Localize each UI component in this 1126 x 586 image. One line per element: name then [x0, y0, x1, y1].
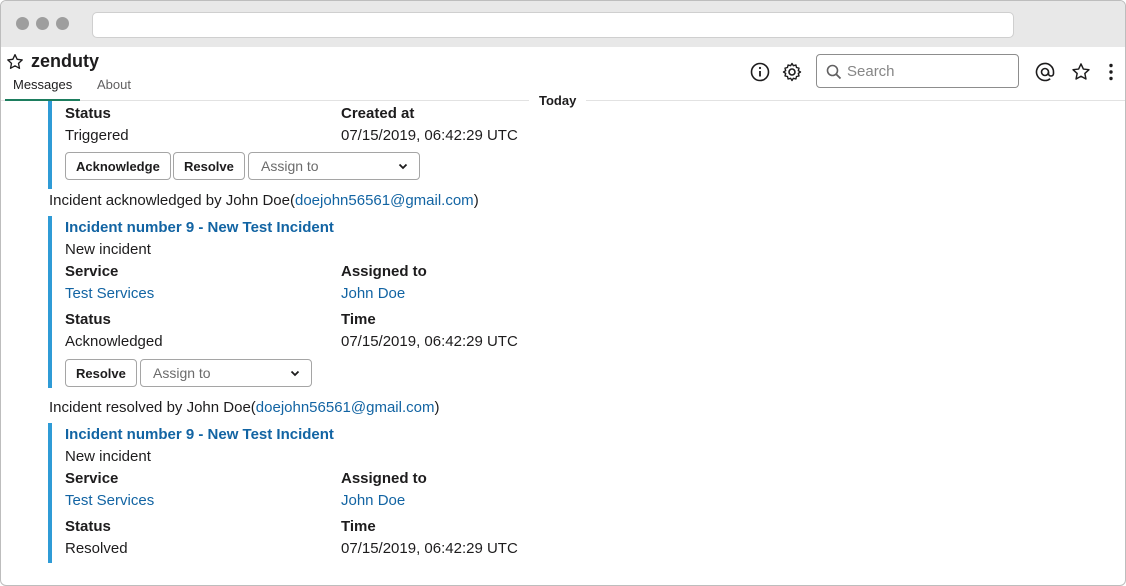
time-value: 07/15/2019, 06:42:29 UTC: [341, 540, 518, 557]
status-value: Resolved: [65, 540, 128, 557]
created-at-value: 07/15/2019, 06:42:29 UTC: [341, 127, 518, 144]
incident-subtitle: New incident: [65, 448, 151, 465]
assign-to-select[interactable]: Assign to: [248, 152, 420, 180]
star-outline-icon[interactable]: [5, 52, 25, 72]
address-bar[interactable]: [92, 12, 1014, 38]
window-minimize-dot[interactable]: [36, 17, 49, 30]
assign-to-placeholder: Assign to: [261, 158, 319, 174]
incident-card-triggered: Status Created at Triggered 07/15/2019, …: [48, 101, 518, 189]
incident-card-resolved: Incident number 9 - New Test Incident Ne…: [48, 423, 518, 563]
service-link[interactable]: Test Services: [65, 285, 154, 302]
resolve-button[interactable]: Resolve: [173, 152, 245, 180]
search-icon: [826, 64, 842, 80]
resolved-message: Incident resolved by John Doe(doejohn565…: [49, 399, 439, 416]
service-label: Service: [65, 263, 119, 280]
email-link[interactable]: doejohn56561@gmail.com: [295, 192, 474, 209]
assigned-to-label: Assigned to: [341, 263, 427, 280]
assign-to-placeholder: Assign to: [153, 365, 211, 381]
search-box[interactable]: [816, 54, 1019, 88]
date-divider: Today: [529, 93, 587, 108]
incident-title-link[interactable]: Incident number 9 - New Test Incident: [65, 219, 334, 236]
service-link[interactable]: Test Services: [65, 492, 154, 509]
status-value: Acknowledged: [65, 333, 163, 350]
status-label: Status: [65, 105, 111, 122]
email-link[interactable]: doejohn56561@gmail.com: [256, 399, 435, 416]
incident-subtitle: New incident: [65, 241, 151, 258]
gear-icon[interactable]: [781, 61, 803, 83]
acknowledged-message: Incident acknowledged by John Doe(doejoh…: [49, 192, 479, 209]
star-icon[interactable]: [1070, 61, 1092, 83]
incident-card-acknowledged: Incident number 9 - New Test Incident Ne…: [48, 216, 518, 388]
window-close-dot[interactable]: [16, 17, 29, 30]
incident-title-link[interactable]: Incident number 9 - New Test Incident: [65, 426, 334, 443]
assignee-link[interactable]: John Doe: [341, 492, 405, 509]
service-label: Service: [65, 470, 119, 487]
status-value: Triggered: [65, 127, 129, 144]
status-label: Status: [65, 518, 111, 535]
acknowledged-message-prefix: Incident acknowledged by John Doe(: [49, 192, 295, 209]
assigned-to-label: Assigned to: [341, 470, 427, 487]
created-at-label: Created at: [341, 105, 415, 122]
resolved-message-prefix: Incident resolved by John Doe(: [49, 399, 256, 416]
chevron-down-icon: [398, 163, 408, 170]
resolved-message-suffix: ): [434, 399, 440, 416]
acknowledged-message-suffix: ): [473, 192, 479, 209]
tab-about[interactable]: About: [97, 77, 131, 101]
search-input[interactable]: [847, 61, 1012, 81]
assignee-link[interactable]: John Doe: [341, 285, 405, 302]
time-label: Time: [341, 311, 376, 328]
app-window: zenduty Messages About Search Today Stat…: [0, 0, 1126, 586]
tab-messages[interactable]: Messages: [5, 77, 81, 101]
info-icon[interactable]: [749, 61, 771, 83]
assign-to-select[interactable]: Assign to: [140, 359, 312, 387]
channel-name[interactable]: zenduty: [31, 51, 99, 72]
browser-titlebar: [1, 1, 1125, 47]
window-maximize-dot[interactable]: [56, 17, 69, 30]
mention-icon[interactable]: [1034, 61, 1056, 83]
more-vertical-icon[interactable]: [1100, 61, 1122, 83]
status-label: Status: [65, 311, 111, 328]
resolve-button[interactable]: Resolve: [65, 359, 137, 387]
chevron-down-icon: [290, 370, 300, 377]
time-value: 07/15/2019, 06:42:29 UTC: [341, 333, 518, 350]
acknowledge-button[interactable]: Acknowledge: [65, 152, 171, 180]
time-label: Time: [341, 518, 376, 535]
